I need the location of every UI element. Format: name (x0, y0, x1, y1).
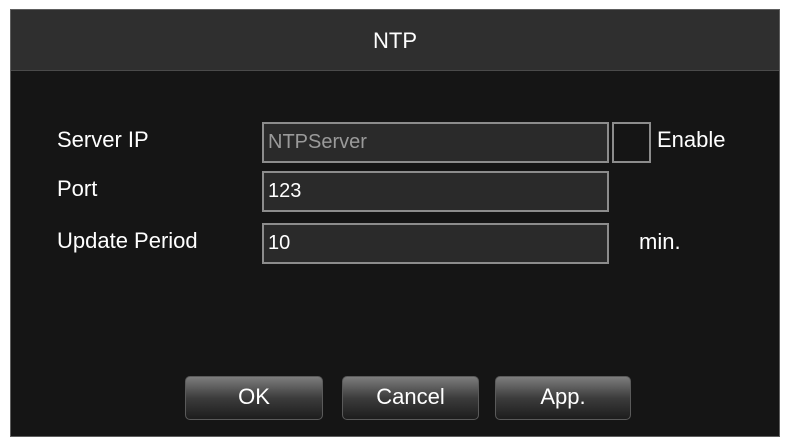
server-ip-label: Server IP (57, 127, 149, 152)
server-ip-input[interactable]: NTPServer (262, 122, 609, 163)
port-input[interactable]: 123 (262, 171, 609, 212)
dialog-titlebar: NTP (11, 10, 779, 71)
enable-checkbox[interactable] (612, 122, 651, 163)
ntp-dialog: NTP Server IP NTPServer Enable Port 123 … (10, 9, 780, 437)
update-period-input[interactable]: 10 (262, 223, 609, 264)
update-period-label: Update Period (57, 228, 198, 253)
cancel-button[interactable]: Cancel (342, 376, 479, 420)
update-period-unit: min. (639, 229, 681, 254)
dialog-title: NTP (373, 28, 417, 53)
port-label: Port (57, 176, 98, 201)
ok-button[interactable]: OK (185, 376, 323, 420)
apply-button[interactable]: App. (495, 376, 631, 420)
enable-label: Enable (657, 127, 726, 152)
